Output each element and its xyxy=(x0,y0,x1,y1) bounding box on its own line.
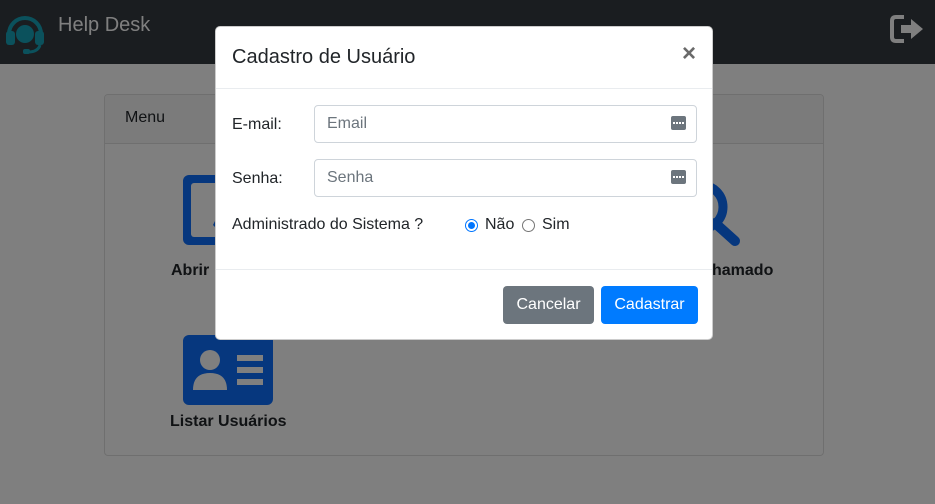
radio-nao-label[interactable]: Não xyxy=(485,216,514,234)
password-label: Senha: xyxy=(232,170,283,187)
radio-sim[interactable] xyxy=(522,219,535,232)
password-field[interactable]: Senha xyxy=(314,159,697,197)
close-icon[interactable]: × xyxy=(682,40,696,68)
password-placeholder: Senha xyxy=(327,169,374,186)
email-field[interactable]: Email xyxy=(314,105,697,143)
email-placeholder: Email xyxy=(327,115,368,132)
modal-title: Cadastro de Usuário xyxy=(232,46,416,68)
radio-nao[interactable] xyxy=(465,219,478,232)
submit-button[interactable]: Cadastrar xyxy=(601,286,698,324)
password-manager-icon[interactable] xyxy=(671,116,686,130)
cancel-button[interactable]: Cancelar xyxy=(503,286,594,324)
modal-footer-divider xyxy=(216,269,712,270)
admin-label: Administrado do Sistema ? xyxy=(232,216,424,233)
radio-sim-label[interactable]: Sim xyxy=(542,216,570,234)
email-label: E-mail: xyxy=(232,116,282,133)
password-manager-icon[interactable] xyxy=(671,170,686,184)
modal-header-divider xyxy=(216,88,712,89)
user-registration-modal: Cadastro de Usuário × E-mail: Email Senh… xyxy=(215,26,713,340)
